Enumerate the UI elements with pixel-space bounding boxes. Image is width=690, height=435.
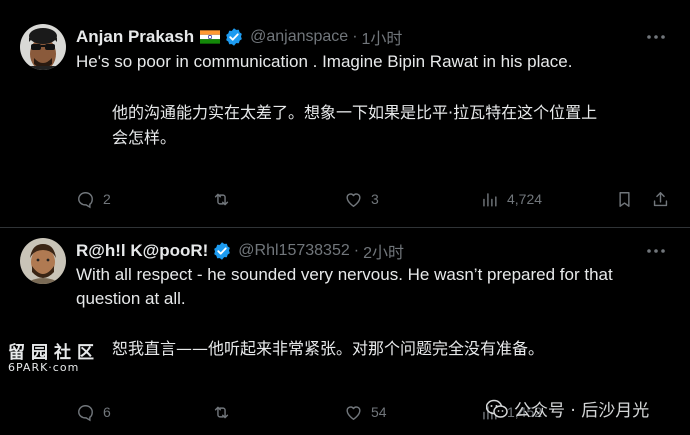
heart-icon	[346, 192, 361, 207]
reply-icon	[78, 191, 93, 208]
retweet-button[interactable]	[212, 401, 239, 423]
reply-icon	[78, 404, 93, 421]
heart-icon	[346, 405, 361, 420]
more-options-icon[interactable]	[646, 244, 666, 258]
watermark-right-text: 公众号 · 后沙月光	[514, 401, 650, 421]
more-options-icon[interactable]	[646, 30, 666, 44]
user-handle[interactable]: @Rhl15738352	[238, 242, 349, 260]
view-count: 4,724	[507, 191, 543, 207]
analytics-icon	[483, 192, 497, 207]
views-button[interactable]: 4,724	[480, 188, 542, 210]
reply-count: 6	[103, 404, 111, 420]
tweet-text-line-1: With all respect - he sounded very nervo…	[76, 265, 613, 284]
reply-count: 2	[103, 191, 111, 207]
share-button[interactable]	[651, 188, 670, 210]
action-bar: 2 3 4,724	[76, 188, 668, 210]
bookmark-icon	[619, 191, 630, 207]
display-name[interactable]: Anjan Prakash	[76, 27, 194, 47]
watermark-6park: 留园社区 6PARK·com	[8, 338, 100, 374]
watermark-wechat: 公众号 · 后沙月光	[486, 396, 649, 421]
user-handle[interactable]: @anjanspace	[250, 28, 348, 46]
india-flag-icon	[200, 30, 221, 44]
share-icon	[653, 191, 668, 206]
bookmark-button[interactable]	[615, 188, 634, 210]
watermark-cn-text: 留园社区	[8, 343, 100, 363]
display-name[interactable]: R@h!l K@pooR!	[76, 241, 208, 261]
wechat-icon	[486, 399, 508, 418]
tweet-1[interactable]: Anjan Prakash @anjanspace · 1小时 He's so …	[0, 0, 690, 227]
like-count: 3	[371, 191, 379, 207]
avatar[interactable]	[20, 238, 66, 284]
reply-button[interactable]: 6	[76, 401, 111, 423]
separator-dot: ·	[353, 242, 360, 259]
like-count: 54	[371, 404, 387, 420]
timestamp[interactable]: 2小时	[363, 239, 404, 263]
reply-button[interactable]: 2	[76, 188, 111, 210]
tweet-header: R@h!l K@pooR! @Rhl15738352 · 2小时	[76, 240, 404, 262]
timestamp[interactable]: 1小时	[362, 25, 403, 49]
avatar-image	[20, 24, 66, 70]
like-button[interactable]: 3	[344, 188, 379, 210]
separator-dot: ·	[352, 28, 358, 45]
retweet-icon	[214, 406, 229, 418]
avatar-image	[20, 238, 66, 284]
translation-line-2: 会怎样。	[112, 128, 177, 147]
retweet-button[interactable]	[212, 188, 239, 210]
verified-badge-icon[interactable]	[212, 241, 232, 261]
tweet-text-line-2: question at all.	[76, 289, 186, 308]
translation-text: 恕我直言——他听起来非常紧张。对那个问题完全没有准备。	[112, 339, 545, 358]
like-button[interactable]: 54	[344, 401, 387, 423]
tweet-text: He's so poor in communication . Imagine …	[76, 52, 573, 71]
avatar[interactable]	[20, 24, 66, 70]
translation-line-1: 他的沟通能力实在太差了。想象一下如果是比平·拉瓦特在这个位置上	[112, 103, 598, 122]
retweet-icon	[214, 193, 229, 205]
tweet-header: Anjan Prakash @anjanspace · 1小时	[76, 26, 402, 48]
verified-badge-icon[interactable]	[224, 27, 244, 47]
